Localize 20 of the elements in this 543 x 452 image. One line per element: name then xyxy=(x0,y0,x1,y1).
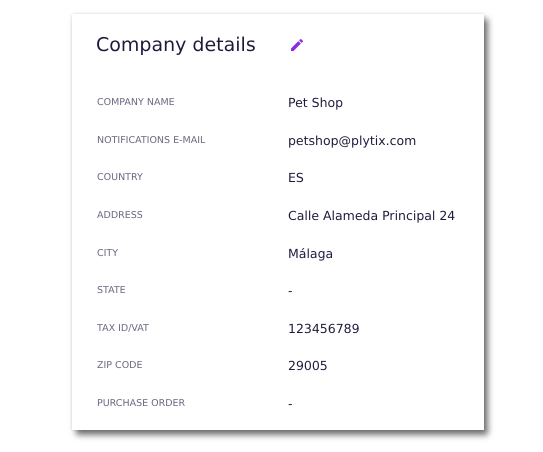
field-value: Calle Alameda Principal 24 xyxy=(288,208,456,224)
field-value: ES xyxy=(288,170,304,186)
field-value: 123456789 xyxy=(288,320,360,336)
field-label: ZIP CODE xyxy=(97,360,144,372)
field-label: ADDRESS xyxy=(97,210,144,222)
field-label: STATE xyxy=(97,285,127,296)
field-value: petshop@plytix.com xyxy=(288,132,416,148)
field-label: NOTIFICATIONS E-MAIL xyxy=(97,134,206,146)
field-value: - xyxy=(288,283,293,298)
field-value: Pet Shop xyxy=(288,95,344,110)
field-value: - xyxy=(288,396,293,412)
pencil-icon[interactable] xyxy=(289,37,305,53)
field-label: COUNTRY xyxy=(97,172,144,184)
field-value: 29005 xyxy=(288,358,328,374)
field-value: Málaga xyxy=(288,246,334,261)
field-label: PURCHASE ORDER xyxy=(97,398,186,410)
field-label: COMPANY NAME xyxy=(97,97,176,108)
card-title: Company details xyxy=(96,34,257,56)
field-label: TAX ID/VAT xyxy=(97,322,150,334)
field-label: CITY xyxy=(97,248,120,259)
